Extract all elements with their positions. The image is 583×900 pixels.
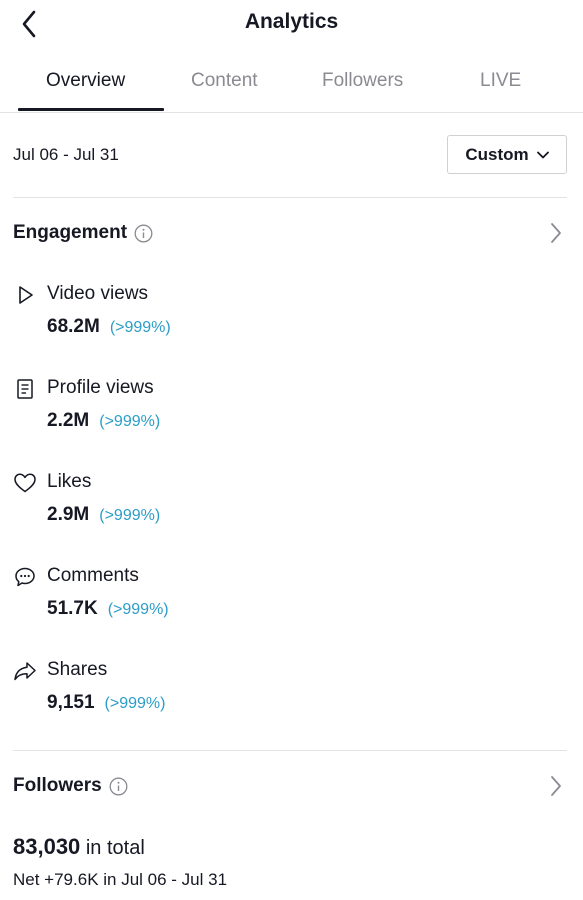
date-range-dropdown[interactable]: Custom bbox=[447, 135, 567, 174]
metric-change: (>999%) bbox=[99, 413, 161, 430]
comment-icon bbox=[13, 565, 37, 589]
profile-icon bbox=[13, 377, 37, 401]
metric-change: (>999%) bbox=[99, 507, 161, 524]
tab-bar: Overview Content Followers LIVE bbox=[0, 58, 583, 113]
metric-value: 2.9M bbox=[47, 504, 90, 525]
metric-shares: Shares 9,151 (>999%) bbox=[13, 657, 553, 727]
metric-change: (>999%) bbox=[104, 695, 166, 712]
info-icon[interactable] bbox=[109, 777, 128, 796]
metric-change: (>999%) bbox=[109, 319, 171, 336]
metric-label: Comments bbox=[47, 565, 139, 586]
followers-total-value: 83,030 bbox=[13, 834, 81, 859]
metric-value-row: 68.2M (>999%) bbox=[47, 316, 171, 338]
metric-label: Likes bbox=[47, 471, 92, 492]
metric-value-row: 2.2M (>999%) bbox=[47, 410, 160, 432]
metric-profile-views: Profile views 2.2M (>999%) bbox=[13, 375, 553, 445]
metric-value: 9,151 bbox=[47, 692, 95, 713]
metric-label: Profile views bbox=[47, 377, 154, 398]
followers-header[interactable]: Followers bbox=[13, 771, 569, 801]
metric-value-row: 9,151 (>999%) bbox=[47, 692, 165, 714]
date-range-text: Jul 06 - Jul 31 bbox=[13, 145, 119, 164]
play-icon bbox=[13, 283, 37, 307]
chevron-right-icon bbox=[551, 776, 561, 796]
tab-overview[interactable]: Overview bbox=[46, 70, 125, 92]
chevron-right-icon bbox=[551, 223, 561, 243]
tab-content[interactable]: Content bbox=[191, 70, 258, 92]
metric-value: 2.2M bbox=[47, 410, 90, 431]
header: Analytics bbox=[0, 0, 583, 48]
date-range-dropdown-label: Custom bbox=[465, 144, 529, 164]
tab-live[interactable]: LIVE bbox=[480, 70, 521, 92]
metric-value: 51.7K bbox=[47, 598, 98, 619]
followers-net-change: Net +79.6K in Jul 06 - Jul 31 bbox=[13, 870, 228, 889]
metric-value: 68.2M bbox=[47, 316, 100, 337]
divider bbox=[13, 197, 567, 198]
engagement-title: Engagement bbox=[13, 222, 128, 243]
metric-value-row: 2.9M (>999%) bbox=[47, 504, 160, 526]
metric-label: Shares bbox=[47, 659, 108, 680]
followers-title: Followers bbox=[13, 775, 102, 796]
page-title: Analytics bbox=[244, 10, 339, 33]
chevron-down-icon bbox=[536, 151, 549, 158]
metric-change: (>999%) bbox=[107, 601, 169, 618]
metric-label: Video views bbox=[47, 283, 149, 304]
metric-likes: Likes 2.9M (>999%) bbox=[13, 469, 553, 539]
active-tab-indicator bbox=[18, 108, 164, 111]
info-icon[interactable] bbox=[134, 224, 153, 243]
tab-followers[interactable]: Followers bbox=[322, 70, 403, 92]
metric-value-row: 51.7K (>999%) bbox=[47, 598, 169, 620]
divider bbox=[13, 750, 567, 751]
engagement-header[interactable]: Engagement bbox=[13, 218, 569, 248]
share-icon bbox=[13, 659, 37, 683]
heart-icon bbox=[13, 471, 37, 495]
metric-video-views: Video views 68.2M (>999%) bbox=[13, 281, 553, 351]
metric-comments: Comments 51.7K (>999%) bbox=[13, 563, 553, 633]
followers-total: 83,030 in total bbox=[13, 834, 145, 860]
followers-total-suffix: in total bbox=[85, 837, 145, 859]
